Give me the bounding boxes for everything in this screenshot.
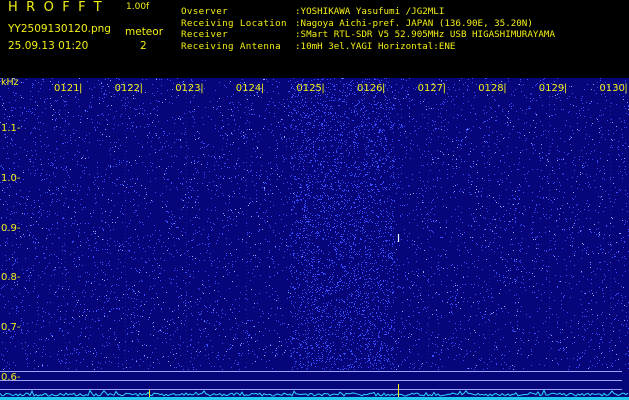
freq-tick-label: 0.6- xyxy=(1,372,21,383)
observer-label: Ovserver xyxy=(181,6,229,17)
capture-datetime: 25.09.13 01:20 xyxy=(8,40,89,52)
receiver-value: :SMart RTL-SDR V5 52.905MHz USB HIGASHIM… xyxy=(295,29,555,40)
freq-unit-label: kHz xyxy=(1,78,19,88)
time-tick-label: 0122 xyxy=(115,83,140,94)
spectrogram-background xyxy=(0,78,629,400)
image-filename: YY2509130120.png xyxy=(8,23,111,35)
time-tick-mark: | xyxy=(382,83,385,94)
app-version: 1.00f xyxy=(126,2,150,12)
freq-tick-label: 0.7- xyxy=(1,322,21,333)
observer-value: :YOSHIKAWA Yasufumi /JG2MLI xyxy=(295,6,445,17)
antenna-value: :10mH 3el.YAGI Horizontal:ENE xyxy=(295,40,456,52)
spectrogram: kHz 1.1-1.0-0.9-0.8-0.7-0.6- 0121 | 0122 | 0… xyxy=(0,78,629,400)
meteor-count-value: 2 xyxy=(140,40,147,52)
time-tick-mark: | xyxy=(200,83,203,94)
time-tick-label: 0130 xyxy=(599,83,624,94)
antenna-label: Receiving Antenna xyxy=(181,40,281,52)
receiver-row: Receiver :SMart RTL-SDR V5 52.905MHz USB … xyxy=(181,29,555,41)
header-panel: HROFFT 1.00f YY2509130120.png 25.09.13 0… xyxy=(0,0,629,78)
receiver-label: Receiver xyxy=(181,29,229,40)
time-tick-label: 0128 xyxy=(478,83,503,94)
time-tick-mark: | xyxy=(321,83,324,94)
freq-tick-label: 0.8- xyxy=(1,272,21,283)
location-row: Receiving Location :Nagoya Aichi-pref. JA… xyxy=(181,18,555,30)
location-label: Receiving Location xyxy=(181,17,287,29)
app-title: HROFFT xyxy=(8,0,111,15)
time-tick-mark: | xyxy=(140,83,143,94)
time-tick-label: 0123 xyxy=(175,83,200,94)
antenna-row: Receiving Antenna :10mH 3el.YAGI Horizont… xyxy=(181,41,555,53)
freq-tick-label: 0.9- xyxy=(1,223,21,234)
time-tick-mark: | xyxy=(503,83,506,94)
time-tick-mark: | xyxy=(624,83,627,94)
time-tick-mark: | xyxy=(443,83,446,94)
time-tick-label: 0124 xyxy=(236,83,261,94)
time-tick-label: 0126 xyxy=(357,83,382,94)
meteor-count-label: meteor xyxy=(125,26,164,38)
time-tick-mark: | xyxy=(261,83,264,94)
freq-tick-label: 1.0- xyxy=(1,173,21,184)
station-info: Ovserver :YOSHIKAWA Yasufumi /JG2MLI Rece… xyxy=(181,6,555,52)
time-tick-label: 0129 xyxy=(539,83,564,94)
freq-tick-label: 1.1- xyxy=(1,123,21,134)
time-tick-label: 0125 xyxy=(296,83,321,94)
time-tick-mark: | xyxy=(79,83,82,94)
time-tick-label: 0121 xyxy=(54,83,79,94)
time-tick-mark: | xyxy=(564,83,567,94)
observer-row: Ovserver :YOSHIKAWA Yasufumi /JG2MLI xyxy=(181,6,555,18)
time-tick-label: 0127 xyxy=(418,83,443,94)
location-value: :Nagoya Aichi-pref. JAPAN (136.90E, 35.2… xyxy=(295,17,533,29)
